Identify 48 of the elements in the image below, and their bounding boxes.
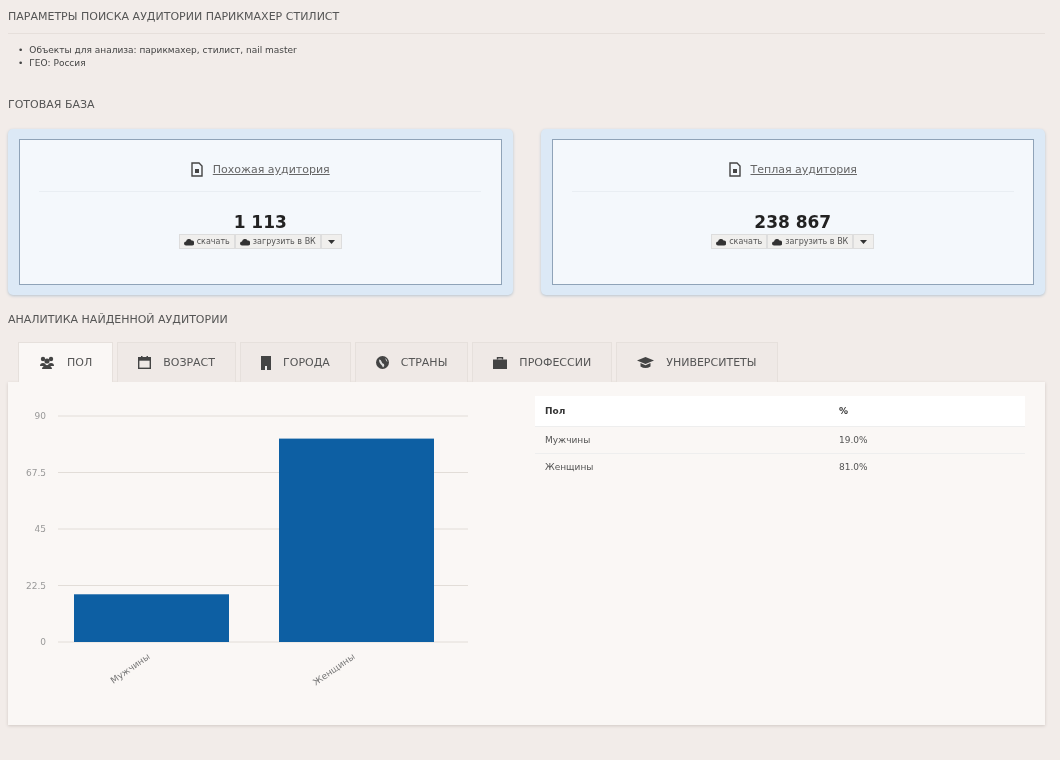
audience-link[interactable]: Теплая аудитория bbox=[750, 163, 857, 176]
section-title: АНАЛИТИКА НАЙДЕННОЙ АУДИТОРИИ bbox=[8, 313, 229, 326]
cloud-icon bbox=[239, 237, 250, 246]
audience-count: 238 867 bbox=[754, 212, 832, 232]
cloud-icon bbox=[716, 237, 727, 246]
cloud-icon bbox=[183, 237, 194, 246]
upload-button[interactable]: загрузить в ВК bbox=[234, 234, 321, 249]
document-icon bbox=[728, 162, 741, 177]
graduation-cap-icon bbox=[637, 356, 655, 369]
axis-tick-label: 0 bbox=[40, 637, 46, 647]
table-cell: 19.0% bbox=[829, 426, 1025, 454]
table-cell: Женщины bbox=[535, 453, 829, 480]
audience-link[interactable]: Похожая аудитория bbox=[212, 163, 330, 176]
document-icon bbox=[190, 162, 203, 177]
dropdown-button[interactable] bbox=[853, 234, 875, 249]
caret-icon bbox=[327, 239, 335, 244]
download-button[interactable]: скачать bbox=[178, 234, 235, 249]
calendar-icon bbox=[138, 356, 152, 369]
upload-button[interactable]: загрузить в ВК bbox=[767, 234, 854, 249]
tab[interactable]: СТРАНЫ bbox=[354, 342, 469, 382]
parameter-item: Объекты для анализа: парикмахер, стилист, nail master bbox=[29, 44, 297, 57]
axis-tick-label: 67.5 bbox=[25, 467, 46, 478]
tab[interactable]: ПРОФЕССИИ bbox=[472, 342, 613, 382]
tab[interactable]: УНИВЕРСИТЕТЫ bbox=[616, 342, 778, 382]
table-cell: Мужчины bbox=[535, 426, 829, 454]
cloud-icon bbox=[772, 237, 783, 246]
tab[interactable]: ГОРОДА bbox=[240, 342, 351, 382]
parameter-item: ГЕО: Россия bbox=[29, 57, 86, 70]
axis-tick-label: 45 bbox=[34, 524, 46, 534]
download-button[interactable]: скачать bbox=[711, 234, 768, 249]
axis-tick-label: 22.5 bbox=[25, 580, 46, 591]
caret-icon bbox=[860, 239, 868, 244]
axis-tick-label: 90 bbox=[34, 411, 46, 421]
page-title: ПАРАМЕТРЫ ПОИСКА АУДИТОРИИ ПАРИКМАХЕР СТИЛИСТ bbox=[8, 8, 1045, 34]
bullet: • bbox=[18, 57, 24, 70]
section-title: ГОТОВАЯ БАЗА bbox=[8, 98, 96, 111]
column-header: % bbox=[829, 396, 1025, 427]
building-icon bbox=[261, 355, 272, 370]
briefcase-icon bbox=[493, 356, 508, 369]
globe-icon bbox=[375, 356, 389, 369]
audience-count: 1 113 bbox=[233, 212, 287, 232]
dropdown-button[interactable] bbox=[320, 234, 342, 249]
column-header: Пол bbox=[535, 396, 829, 427]
users-icon bbox=[39, 356, 55, 369]
tab[interactable]: ВОЗРАСТ bbox=[117, 342, 237, 382]
bullet: • bbox=[18, 44, 24, 57]
table-cell: 81.0% bbox=[829, 453, 1025, 480]
tab[interactable]: ПОЛ bbox=[18, 342, 114, 382]
